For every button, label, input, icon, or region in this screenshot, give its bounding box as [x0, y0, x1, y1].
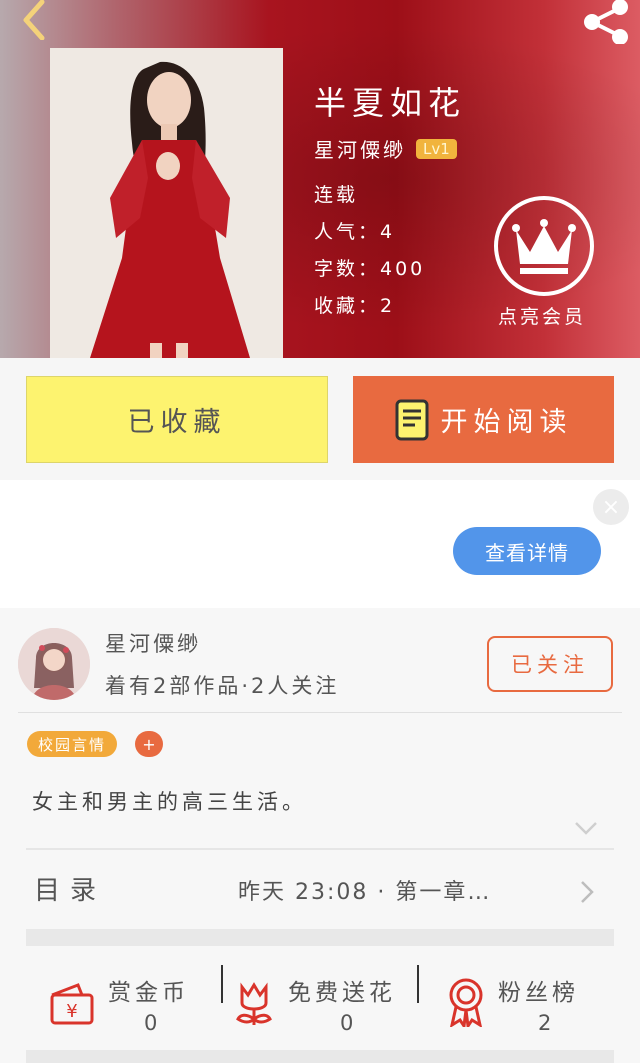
action-bar: 已收藏 开始阅读 — [0, 358, 640, 480]
crown-icon — [512, 219, 576, 274]
expand-synopsis-button[interactable] — [574, 820, 598, 839]
reward-coin-label: 赏金币 — [108, 980, 189, 1006]
serial-status: 连载 — [314, 184, 359, 206]
svg-text:¥: ¥ — [66, 1001, 77, 1022]
book-icon — [395, 399, 428, 440]
chevron-right-icon — [581, 881, 594, 903]
stat-separator — [417, 965, 419, 1003]
book-cover[interactable] — [50, 48, 283, 358]
book-header: 半夏如花 星河僳缈 Lv1 连载 人气：4 字数：400 收藏：2 点亮会员 — [0, 0, 640, 358]
start-reading-button[interactable]: 开始阅读 — [353, 376, 614, 463]
reward-coin-item[interactable]: ¥ 赏金币 0 — [48, 963, 218, 1043]
follow-button[interactable]: 已关注 — [487, 636, 613, 692]
ad-close-button[interactable]: × — [593, 489, 629, 525]
vip-label[interactable]: 点亮会员 — [498, 302, 586, 329]
chevron-left-icon — [23, 0, 45, 41]
word-count-text: 字数：400 — [314, 258, 426, 280]
divider — [26, 848, 614, 850]
avatar-image — [18, 628, 90, 700]
fan-ranking-label: 粉丝榜 — [498, 980, 579, 1006]
free-flower-label: 免费送花 — [288, 980, 396, 1006]
avatar[interactable] — [18, 628, 90, 700]
chevron-down-icon — [575, 822, 597, 835]
section-separator — [26, 1050, 614, 1063]
vip-button[interactable] — [494, 196, 594, 296]
level-badge: Lv1 — [416, 138, 457, 159]
add-tag-button[interactable]: + — [135, 731, 163, 757]
collected-label: 已收藏 — [127, 407, 227, 438]
ribbon-medal-icon — [449, 978, 483, 1027]
author-card-stats: 着有2部作品·2人关注 — [105, 674, 340, 698]
genre-tag[interactable]: 校园言情 — [27, 731, 118, 757]
start-reading-label: 开始阅读 — [440, 407, 573, 438]
latest-chapter-text[interactable]: 昨天 23:08 · 第一章… — [238, 874, 491, 906]
free-flower-item[interactable]: 免费送花 0 — [234, 963, 414, 1043]
fan-ranking-value: 2 — [538, 1011, 552, 1035]
author-card-name[interactable]: 星河僳缈 — [105, 628, 201, 658]
share-button[interactable] — [578, 0, 634, 45]
author-name[interactable]: 星河僳缈 — [314, 134, 406, 163]
favorites-text: 收藏：2 — [314, 295, 396, 317]
view-details-button[interactable]: 查看详情 — [453, 527, 601, 575]
book-details-panel: 星河僳缈 着有2部作品·2人关注 已关注 校园言情 + 女主和男主的高三生活。 … — [0, 608, 640, 1063]
divider — [18, 712, 622, 713]
popularity-text: 人气：4 — [314, 221, 396, 243]
collected-button[interactable]: 已收藏 — [26, 376, 328, 463]
section-separator — [26, 929, 614, 946]
synopsis-text: 女主和男主的高三生活。 — [32, 790, 307, 814]
stat-separator — [221, 965, 223, 1003]
back-button[interactable] — [14, 0, 54, 41]
reward-coin-value: 0 — [144, 1011, 158, 1035]
book-title: 半夏如花 — [314, 84, 467, 122]
table-of-contents-label[interactable]: 目录 — [34, 870, 106, 907]
share-icon — [584, 0, 628, 45]
reward-coin-icon: ¥ — [50, 983, 94, 1025]
cover-illustration — [50, 48, 283, 358]
flower-icon — [236, 982, 272, 1025]
author-row[interactable]: 星河僳缈 Lv1 — [314, 134, 457, 163]
fan-ranking-item[interactable]: 粉丝榜 2 — [446, 963, 616, 1043]
table-of-contents-button[interactable] — [580, 880, 594, 908]
free-flower-value: 0 — [340, 1011, 354, 1035]
ad-banner: × 查看详情 — [0, 480, 640, 608]
